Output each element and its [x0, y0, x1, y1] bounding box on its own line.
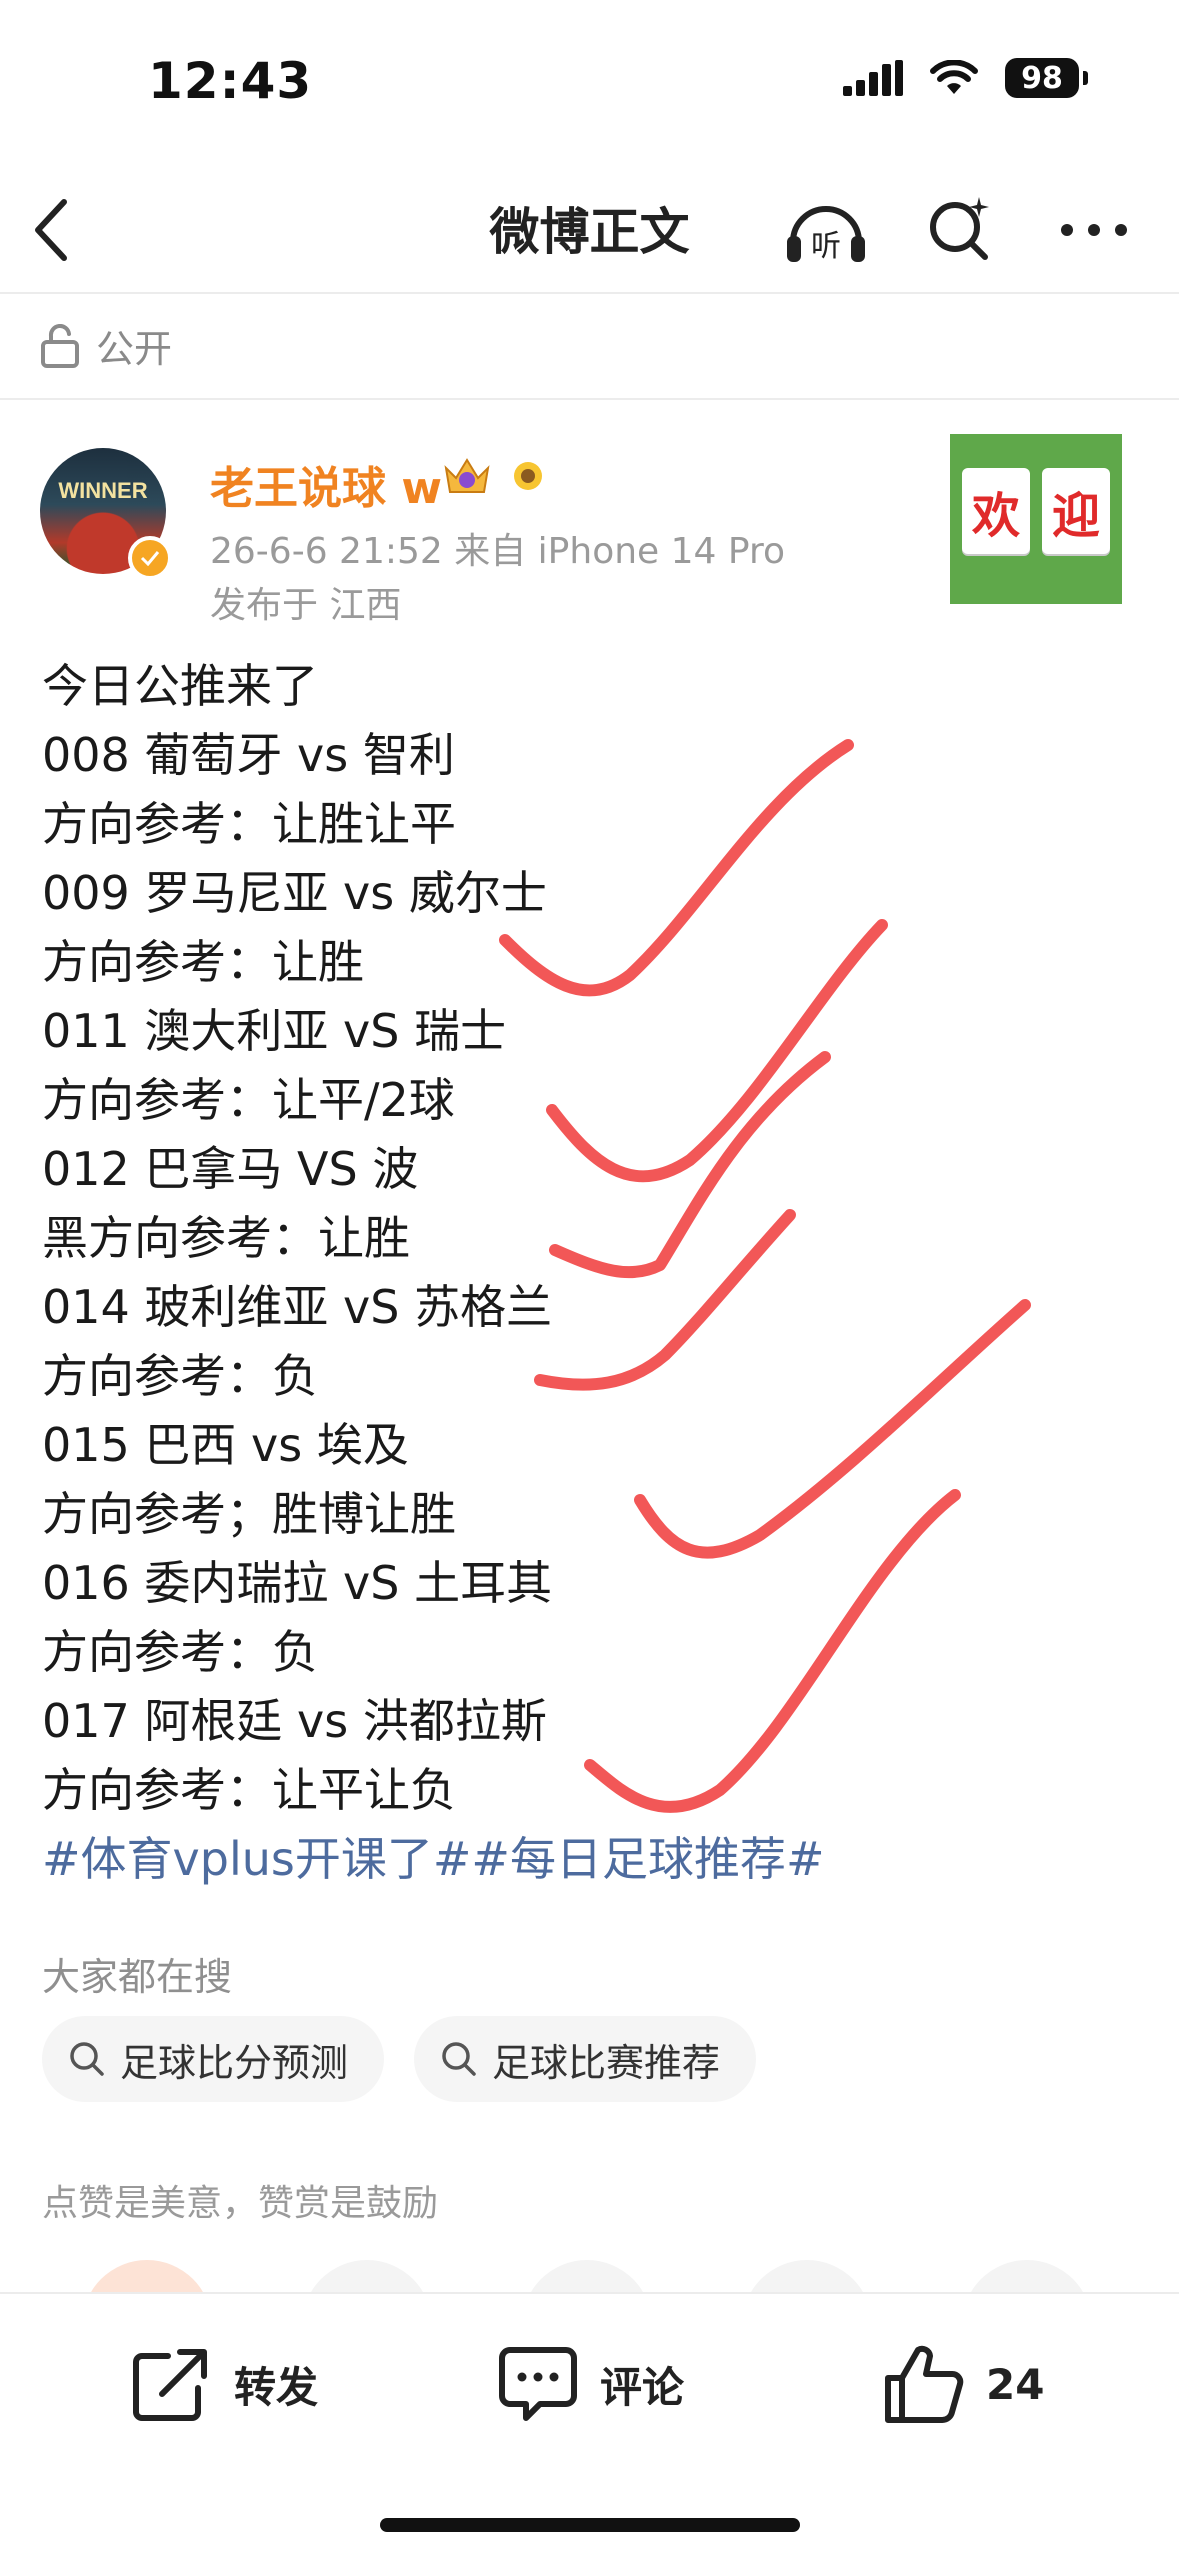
search-button[interactable] [915, 190, 1005, 270]
repost-icon [133, 2349, 207, 2421]
post-line: 014 玻利维亚 vS 苏格兰 [42, 1280, 553, 1334]
post-line: 016 委内瑞拉 vS 土耳其 [42, 1556, 553, 1610]
comment-button[interactable]: 评论 [498, 2334, 684, 2434]
status-icons: 98 [843, 58, 1088, 98]
hashtag-link[interactable]: #体育vplus开课了##每日足球推荐# [42, 1825, 1142, 1894]
sunflower-badge-icon[interactable] [508, 456, 548, 496]
search-icon [442, 2042, 476, 2076]
post-line: 011 澳大利亚 vS 瑞士 [42, 1004, 507, 1058]
status-time: 12:43 [148, 52, 313, 110]
post-line: 方向参考；胜博让胜 [42, 1487, 456, 1541]
thumbs-up-icon [885, 2345, 964, 2423]
divider [0, 398, 1179, 400]
home-indicator[interactable] [380, 2518, 800, 2532]
search-suggestions-heading: 大家都在搜 [42, 1955, 233, 1999]
divider [0, 292, 1179, 294]
author-name[interactable]: 老王说球 w [210, 452, 442, 516]
listen-button[interactable]: 听 [781, 190, 871, 270]
unlock-icon [41, 323, 79, 368]
reward-caption: 点赞是美意，赞赏是鼓励 [42, 2183, 439, 2224]
search-icon [70, 2042, 104, 2076]
comment-icon [499, 2347, 577, 2421]
post-line: 008 葡萄牙 vs 智利 [42, 728, 455, 782]
post-line: 方向参考：负 [42, 1349, 318, 1403]
repost-label: 转发 [234, 2362, 319, 2412]
post-line: 方向参考：让平/2球 [42, 1073, 455, 1127]
battery-indicator: 98 [1005, 58, 1088, 98]
visibility-row: 公开 [40, 318, 172, 373]
comment-label: 评论 [600, 2362, 685, 2412]
more-dots-icon [1061, 224, 1127, 236]
post-line: 黑方向参考：让胜 [42, 1211, 410, 1265]
post-line: 方向参考：让胜 [42, 935, 364, 989]
visibility-label: 公开 [96, 327, 173, 371]
welcome-char-2: 迎 [1042, 468, 1110, 554]
post-content: 今日公推来了 008 葡萄牙 vs 智利 方向参考：让胜让平 009 罗马尼亚 … [42, 652, 1142, 1894]
post-timestamp-source: 26-6-6 21:52 来自 iPhone 14 Pro [210, 531, 785, 572]
search-chip[interactable]: 足球比分预测 [42, 2016, 385, 2102]
nav-actions: 听 [781, 190, 1139, 270]
post-location: 发布于 江西 [210, 585, 402, 626]
post-line: 012 巴拿马 VS 波 [42, 1142, 419, 1196]
wifi-icon [930, 60, 978, 94]
crown-badge-icon[interactable] [440, 454, 494, 498]
svg-text:听: 听 [811, 229, 841, 264]
repost-button[interactable]: 转发 [132, 2334, 318, 2434]
search-sparkle-icon [930, 197, 989, 260]
author-badges [440, 454, 548, 498]
post-line: 方向参考：让平让负 [42, 1763, 456, 1817]
post-line: 方向参考：让胜让平 [42, 797, 456, 851]
avatar-text: WINNER [58, 478, 148, 503]
post-line: 方向参考：负 [42, 1625, 318, 1679]
post-line: 015 巴西 vs 埃及 [42, 1418, 409, 1472]
welcome-card[interactable]: 欢 迎 [950, 434, 1122, 604]
headphones-listen-icon: 听 [787, 206, 865, 264]
search-chip-label: 足球比分预测 [120, 2040, 349, 2085]
welcome-char-1: 欢 [962, 468, 1030, 554]
like-button[interactable]: 24 [884, 2334, 1044, 2434]
cellular-signal-icon [843, 60, 903, 96]
post-line: 017 阿根廷 vs 洪都拉斯 [42, 1694, 547, 1748]
post-line: 009 罗马尼亚 vs 威尔士 [42, 866, 547, 920]
more-button[interactable] [1049, 190, 1139, 270]
verified-badge-icon [128, 536, 172, 580]
search-chip[interactable]: 足球比赛推荐 [414, 2016, 757, 2102]
post-line: 今日公推来了 [42, 659, 318, 713]
search-chip-label: 足球比赛推荐 [492, 2040, 721, 2085]
like-count: 24 [986, 2359, 1045, 2409]
